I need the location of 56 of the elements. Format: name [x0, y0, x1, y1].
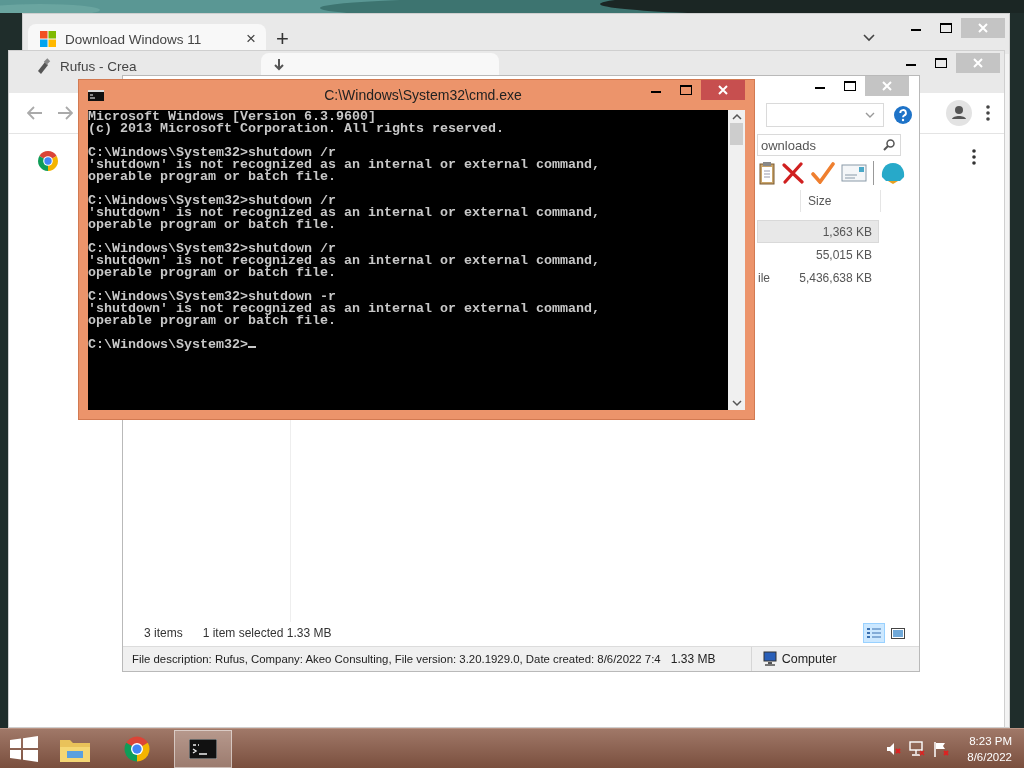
help-icon[interactable]: [894, 106, 912, 124]
new-tab-button[interactable]: +: [276, 26, 289, 52]
computer-icon: [761, 651, 778, 667]
window-title: C:\Windows\System32\cmd.exe: [323, 87, 523, 103]
console-line: Microsoft Windows [Version 6.3.9600]: [88, 110, 376, 124]
tab-title: Rufus - Crea: [60, 58, 138, 74]
table-cell-text: 1,363 KB: [821, 224, 873, 239]
console-line: C:\Windows\System32>shutdown /r: [88, 193, 336, 208]
network-icon[interactable]: [909, 740, 926, 757]
console-line: C:\Windows\System32>shutdown -r: [88, 289, 336, 304]
close-icon[interactable]: [718, 85, 728, 95]
profile-icon[interactable]: [946, 100, 972, 126]
file-description: File description: Rufus, Company: Akeo Consulting, File version: 3.20.1929.0, Date created: 8/6/2022 7:4: [132, 653, 662, 665]
file-size: 1.33 MB: [666, 647, 752, 671]
column-header[interactable]: Size: [800, 190, 881, 212]
download-icon: [273, 59, 285, 73]
usb-drive-icon: [35, 58, 51, 74]
item-count: 3 items: [144, 626, 183, 640]
search-field[interactable]: ownloads: [757, 134, 901, 156]
close-button[interactable]: [701, 80, 745, 100]
table-cell-text: 55,015 KB: [814, 247, 873, 262]
clock[interactable]: 8:23 PM 8/6/2022: [967, 732, 1012, 765]
windows-logo-icon: [40, 31, 56, 47]
seashell-icon[interactable]: [880, 161, 906, 185]
checkmark-icon[interactable]: [811, 162, 835, 184]
maximize-icon[interactable]: [844, 81, 856, 91]
taskbar-button[interactable]: [174, 729, 232, 768]
console-line: C:\Windows\System32>shutdown /r: [88, 145, 336, 160]
table-cell-text: ile: [758, 270, 771, 285]
maximize-icon[interactable]: [935, 58, 947, 68]
scroll-up-icon[interactable]: [731, 113, 742, 121]
console-icon: [189, 738, 217, 759]
scroll-down-icon[interactable]: [731, 399, 742, 407]
chevron-down-icon[interactable]: [863, 34, 875, 42]
scrollbar[interactable]: [728, 110, 745, 410]
cross-icon[interactable]: [781, 162, 805, 184]
close-tab-button[interactable]: ×: [246, 29, 256, 49]
maximize-icon[interactable]: [680, 85, 692, 95]
flag-icon[interactable]: [933, 740, 950, 757]
start-logo-icon[interactable]: [10, 735, 38, 762]
browser-tab[interactable]: Rufus - Crea: [23, 53, 261, 79]
console-line: C:\Windows\System32>shutdown /r: [88, 241, 336, 256]
scroll-thumb[interactable]: [730, 123, 743, 145]
chrome-logo-icon: [36, 149, 60, 173]
table-cell-text: 5,436,638 KB: [798, 270, 873, 285]
console-icon: [88, 89, 104, 101]
menu-icon[interactable]: [972, 149, 976, 165]
clipboard-icon[interactable]: [759, 161, 775, 185]
location-label: Computer: [781, 652, 837, 666]
search-icon[interactable]: [883, 139, 895, 151]
maximize-icon[interactable]: [940, 23, 952, 33]
selection-info: 1 item selected 1.33 MB: [202, 626, 332, 640]
menu-icon[interactable]: [986, 105, 990, 121]
console-line: C:\Windows\System32>: [88, 337, 248, 352]
file-row[interactable]: 1,363 KB: [757, 220, 879, 243]
tab-title: Download Windows 11: [65, 31, 203, 47]
